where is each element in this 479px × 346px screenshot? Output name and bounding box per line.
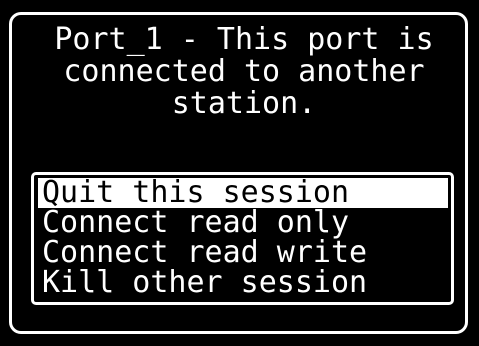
menu-item-kill-other-session[interactable]: Kill other session [38,268,448,298]
menu-item-connect-read-write[interactable]: Connect read write [38,238,448,268]
message-line-3: station. [171,86,317,121]
message-line-2: connected to another [63,54,425,89]
message-line-1: Port_1 - This port is [54,22,434,57]
menu-item-quit-session[interactable]: Quit this session [38,178,448,208]
terminal-screen: Port_1 - This port is connected to anoth… [0,0,479,346]
port-status-message: Port_1 - This port is connected to anoth… [12,24,476,120]
session-menu: Quit this session Connect read only Conn… [38,178,448,298]
menu-item-connect-read-only[interactable]: Connect read only [38,208,448,238]
